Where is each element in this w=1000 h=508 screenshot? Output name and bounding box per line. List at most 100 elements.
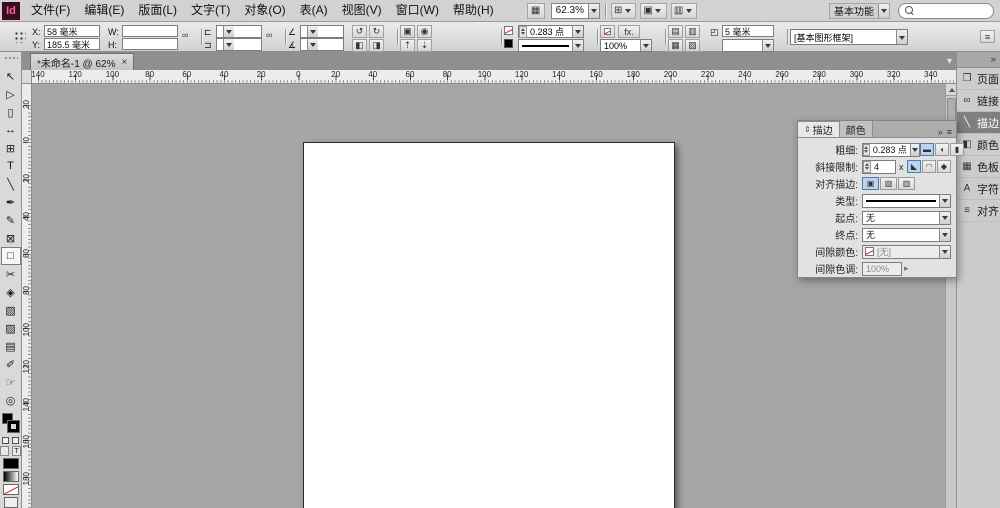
select-previous-object-button[interactable]: ⇡ (400, 39, 415, 52)
selection-tool[interactable]: ↖ (1, 67, 21, 85)
stroke-type-select[interactable] (862, 193, 951, 208)
miter-limit-field[interactable]: 4 (862, 159, 896, 174)
wrap-jump-button[interactable]: ▧ (685, 39, 700, 52)
menu-help[interactable]: 帮助(H) (446, 0, 501, 21)
menu-view[interactable]: 视图(V) (335, 0, 389, 21)
zoom-level-select[interactable]: 62.3% (550, 2, 601, 19)
cap-round-button[interactable]: ◖ (935, 143, 949, 156)
free-transform-tool[interactable]: ◈ (1, 283, 21, 301)
weight-stepper[interactable] (863, 143, 870, 156)
eyedropper-tool[interactable]: ✐ (1, 355, 21, 373)
constrain-proportions-icon[interactable]: ∞ (182, 30, 188, 40)
screen-mode-toggle[interactable] (3, 497, 18, 508)
stroke-weight-select[interactable]: 0.283 点 (518, 25, 584, 38)
flip-horizontal-button[interactable]: ◧ (352, 39, 367, 52)
wrap-object-button[interactable]: ▦ (668, 39, 683, 52)
opacity-select[interactable]: 100% (600, 39, 652, 52)
height-field[interactable] (122, 38, 178, 50)
select-next-object-button[interactable]: ⇣ (417, 39, 432, 52)
fill-stroke-proxy[interactable] (1, 413, 21, 435)
gap-tool[interactable]: ↔ (1, 121, 21, 139)
dock-item-character[interactable]: A 字符 (957, 178, 1000, 200)
corner-shape-select[interactable] (722, 39, 774, 52)
tab-stroke[interactable]: ⇕ 描边 (798, 121, 840, 137)
vertical-ruler[interactable]: 20 0 20 40 60 80 100 120 140 160 180 (22, 84, 32, 508)
end-arrowhead-select[interactable]: 无 (862, 227, 951, 242)
select-container-button[interactable]: ▣ (400, 25, 415, 38)
gap-color-select[interactable]: [无] (862, 244, 951, 259)
join-bevel-button[interactable]: ◆ (937, 160, 951, 173)
arrange-documents-button[interactable]: ▥ (670, 2, 698, 19)
gap-tint-field[interactable]: 100% (862, 261, 902, 276)
start-arrowhead-select[interactable]: 无 (862, 210, 951, 225)
width-field[interactable] (122, 25, 178, 37)
dock-item-swatches[interactable]: ▦ 色板 (957, 156, 1000, 178)
apply-gradient-button[interactable] (2, 471, 19, 482)
menu-object[interactable]: 对象(O) (237, 0, 292, 21)
note-tool[interactable]: ▤ (1, 337, 21, 355)
panel-menu-icon[interactable]: ≡ (947, 127, 952, 137)
apply-none-button[interactable] (2, 484, 19, 495)
type-tool[interactable]: T (1, 157, 21, 175)
menu-window[interactable]: 窗口(W) (389, 0, 446, 21)
default-fill-stroke-icon[interactable] (2, 437, 9, 444)
content-collector-tool[interactable]: ⊞ (1, 139, 21, 157)
scissors-tool[interactable]: ✂ (1, 265, 21, 283)
rotate-cw-button[interactable]: ↻ (369, 25, 384, 38)
wrap-around-button[interactable]: ▥ (685, 25, 700, 38)
search-input[interactable] (915, 5, 985, 16)
control-panel-menu-button[interactable]: ≡ (980, 30, 995, 43)
wrap-none-button[interactable]: ▤ (668, 25, 683, 38)
join-round-button[interactable]: ◠ (922, 160, 936, 173)
formatting-affects-text-toggle[interactable]: T (12, 446, 21, 456)
view-options-button[interactable]: ⊞ (611, 2, 637, 19)
y-position-field[interactable]: 185.5 毫米 (44, 38, 100, 50)
cap-butt-button[interactable]: ▬ (920, 143, 934, 156)
dock-item-stroke[interactable]: ╲ 描边 (957, 112, 1000, 134)
constrain-scale-icon[interactable]: ∞ (266, 30, 272, 40)
ruler-origin-corner[interactable] (22, 70, 32, 84)
zoom-tool[interactable]: ◎ (1, 391, 21, 409)
miter-stepper[interactable] (863, 160, 871, 173)
formatting-affects-container-toggle[interactable] (0, 446, 9, 456)
x-position-field[interactable]: 58 毫米 (44, 25, 100, 37)
apply-color-button[interactable] (2, 458, 19, 469)
scale-y-select[interactable] (216, 38, 262, 51)
object-style-select[interactable]: [基本图形框架] (790, 29, 908, 45)
panel-expand-icon[interactable]: » (938, 127, 943, 137)
drop-shadow-button[interactable] (600, 25, 615, 38)
bridge-button[interactable]: ▦ (526, 2, 545, 19)
hand-tool[interactable]: ☞ (1, 373, 21, 391)
page-tool[interactable]: ▯ (1, 103, 21, 121)
document-tab[interactable]: *未命名-1 @ 62% × (30, 53, 135, 70)
select-content-button[interactable]: ◉ (417, 25, 432, 38)
menu-layout[interactable]: 版面(L) (131, 0, 184, 21)
line-tool[interactable]: ╲ (1, 175, 21, 193)
pen-tool[interactable]: ✒ (1, 193, 21, 211)
fill-color-proxy[interactable] (504, 26, 513, 35)
gradient-swatch-tool[interactable]: ▧ (1, 301, 21, 319)
close-tab-icon[interactable]: × (122, 57, 128, 68)
align-stroke-center-button[interactable]: ▣ (862, 177, 879, 190)
corner-radius-field[interactable]: 5 毫米 (722, 25, 774, 37)
stroke-color-proxy[interactable] (504, 39, 513, 48)
horizontal-ruler[interactable]: 140 120 100 80 60 40 20 0 20 40 60 80 100 120 140 160 18… (22, 70, 956, 84)
tab-color[interactable]: 颜色 (839, 121, 873, 137)
stroke-weight-stepper[interactable] (519, 25, 527, 38)
pencil-tool[interactable]: ✎ (1, 211, 21, 229)
dock-item-align[interactable]: ≡ 对齐 (957, 200, 1000, 222)
align-stroke-inside-button[interactable]: ▧ (880, 177, 897, 190)
rectangle-tool[interactable]: □ (0, 247, 21, 265)
screen-mode-button[interactable]: ▣ (640, 2, 667, 19)
swap-fill-stroke-icon[interactable] (12, 437, 19, 444)
dock-item-links[interactable]: ∞ 链接 (957, 90, 1000, 112)
scale-x-select[interactable] (216, 25, 262, 38)
menu-type[interactable]: 文字(T) (184, 0, 237, 21)
menu-table[interactable]: 表(A) (293, 0, 335, 21)
stroke-type-select[interactable] (518, 39, 584, 52)
workspace-switcher[interactable]: 基本功能 (829, 2, 890, 19)
rotation-angle-select[interactable] (300, 25, 344, 38)
toolbar-grip[interactable] (3, 56, 18, 61)
direct-selection-tool[interactable]: ▷ (1, 85, 21, 103)
weight-select[interactable]: 0.283 点 (862, 142, 920, 157)
